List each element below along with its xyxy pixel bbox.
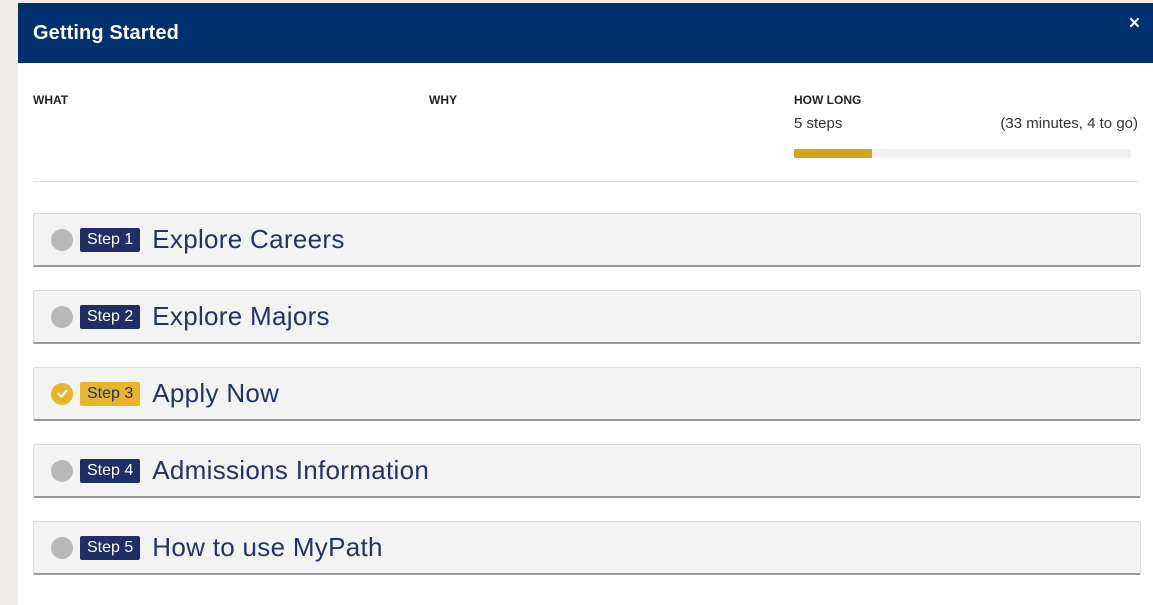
step-item[interactable]: Step 1 Explore Careers bbox=[33, 213, 1141, 267]
step-item[interactable]: Step 2 Explore Majors bbox=[33, 290, 1141, 344]
what-heading: WHAT bbox=[33, 93, 69, 107]
step-badge: Step 1 bbox=[80, 227, 141, 252]
check-circle-icon bbox=[51, 382, 73, 405]
close-icon[interactable]: × bbox=[1129, 14, 1140, 33]
circle-pending-icon bbox=[51, 459, 73, 482]
dialog-title: Getting Started bbox=[33, 22, 179, 44]
step-item[interactable]: Step 4 Admissions Information bbox=[33, 444, 1141, 498]
progress-fill bbox=[794, 149, 872, 158]
steps-count: 5 steps bbox=[794, 115, 843, 132]
getting-started-dialog: Getting Started × WHAT WHY HOW LONG 5 st… bbox=[18, 3, 1153, 605]
how-long-heading: HOW LONG bbox=[794, 93, 862, 107]
step-title: Explore Majors bbox=[152, 301, 330, 331]
circle-pending-icon bbox=[51, 305, 73, 328]
step-title: Admissions Information bbox=[152, 455, 430, 485]
step-badge: Step 4 bbox=[80, 458, 141, 483]
time-remaining: (33 minutes, 4 to go) bbox=[1000, 115, 1138, 132]
progress-bar bbox=[794, 149, 1131, 158]
step-title: How to use MyPath bbox=[152, 532, 383, 562]
step-title: Apply Now bbox=[152, 378, 280, 408]
step-badge: Step 5 bbox=[80, 535, 141, 560]
steps-list: Step 1 Explore Careers Step 2 Explore Ma… bbox=[33, 213, 1141, 598]
circle-pending-icon bbox=[51, 536, 73, 559]
step-badge: Step 3 bbox=[80, 381, 141, 406]
step-title: Explore Careers bbox=[152, 224, 345, 254]
circle-pending-icon bbox=[51, 228, 73, 251]
dialog-header: Getting Started × bbox=[18, 3, 1153, 63]
step-badge: Step 2 bbox=[80, 304, 141, 329]
info-panel: WHAT WHY HOW LONG 5 steps (33 minutes, 4… bbox=[33, 63, 1138, 182]
why-heading: WHY bbox=[429, 93, 457, 107]
step-item[interactable]: Step 5 How to use MyPath bbox=[33, 521, 1141, 575]
step-item[interactable]: Step 3 Apply Now bbox=[33, 367, 1141, 421]
